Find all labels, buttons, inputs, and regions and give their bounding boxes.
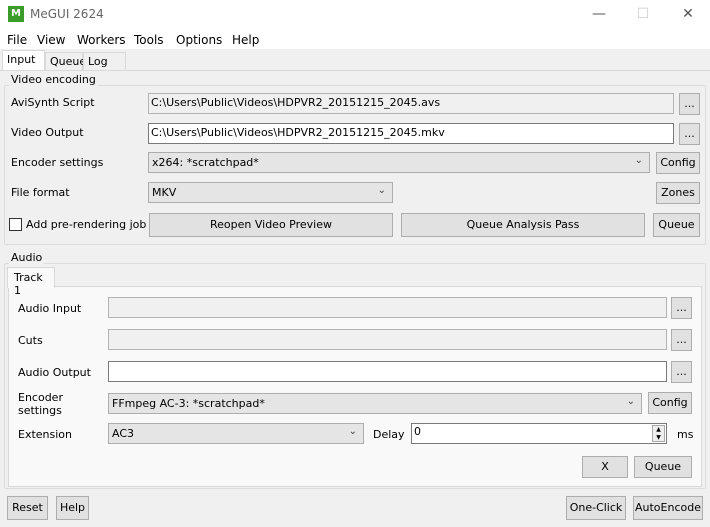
help-button[interactable]: Help	[56, 496, 89, 520]
delay-label: Delay	[373, 428, 405, 441]
encoder-settings-label: Encoder settings	[11, 156, 104, 169]
avisynth-input[interactable]: C:\Users\Public\Videos\HDPVR2_20151215_2…	[148, 93, 674, 114]
chevron-down-icon: ⌄	[377, 185, 386, 196]
delay-spin-buttons[interactable]: ▲ ▼	[652, 425, 665, 442]
audio-group-label: Audio	[9, 251, 45, 264]
audio-encoder-label-1: Encoder	[18, 391, 63, 404]
spin-up-icon[interactable]: ▲	[653, 426, 664, 434]
chevron-down-icon: ⌄	[626, 396, 635, 407]
video-group-label: Video encoding	[9, 73, 98, 86]
close-icon[interactable]: ✕	[673, 4, 703, 24]
remove-track-button[interactable]: X	[582, 456, 628, 478]
prerender-checkbox[interactable]	[9, 218, 22, 231]
video-queue-button[interactable]: Queue	[653, 213, 700, 237]
audio-queue-button[interactable]: Queue	[634, 456, 692, 478]
tab-divider	[0, 70, 710, 71]
reset-button[interactable]: Reset	[7, 496, 48, 520]
audio-input-field[interactable]	[108, 297, 667, 318]
delay-unit-label: ms	[677, 428, 694, 441]
window-title: MeGUI 2624	[30, 7, 104, 21]
chevron-down-icon: ⌄	[348, 426, 357, 437]
audio-input-label: Audio Input	[18, 302, 82, 315]
file-format-value: MKV	[152, 186, 177, 199]
video-encoder-select[interactable]: x264: *scratchpad* ⌄	[148, 152, 650, 173]
delay-value: 0	[414, 425, 421, 438]
audio-output-field[interactable]	[108, 361, 667, 382]
video-output-label: Video Output	[11, 126, 84, 139]
audio-encoder-value: FFmpeg AC-3: *scratchpad*	[112, 397, 265, 410]
app-logo-icon: M	[8, 6, 24, 22]
menu-workers[interactable]: Workers	[77, 33, 126, 47]
audio-output-label: Audio Output	[18, 366, 91, 379]
audio-output-browse-button[interactable]: ...	[671, 361, 692, 383]
avisynth-browse-button[interactable]: ...	[679, 93, 700, 115]
prerender-label[interactable]: Add pre-rendering job	[26, 218, 146, 231]
file-format-select[interactable]: MKV ⌄	[148, 182, 393, 203]
chevron-down-icon: ⌄	[634, 155, 643, 166]
video-output-input[interactable]: C:\Users\Public\Videos\HDPVR2_20151215_2…	[148, 123, 674, 144]
extension-value: AC3	[112, 427, 135, 440]
file-format-label: File format	[11, 186, 70, 199]
tab-input[interactable]: Input	[2, 50, 45, 71]
menu-file[interactable]: File	[7, 33, 27, 47]
cuts-label: Cuts	[18, 334, 43, 347]
reopen-preview-button[interactable]: Reopen Video Preview	[149, 213, 393, 237]
one-click-button[interactable]: One-Click	[566, 496, 626, 520]
zones-button[interactable]: Zones	[656, 182, 700, 204]
menu-tools[interactable]: Tools	[134, 33, 164, 47]
extension-select[interactable]: AC3 ⌄	[108, 423, 364, 444]
delay-stepper[interactable]: 0	[411, 423, 667, 444]
cuts-field[interactable]	[108, 329, 667, 350]
maximize-icon[interactable]: ☐	[628, 4, 658, 24]
autoencode-button[interactable]: AutoEncode	[633, 496, 703, 520]
audio-input-browse-button[interactable]: ...	[671, 297, 692, 319]
audio-config-button[interactable]: Config	[648, 392, 692, 414]
extension-label: Extension	[18, 428, 73, 441]
spin-down-icon[interactable]: ▼	[653, 434, 664, 442]
cuts-browse-button[interactable]: ...	[671, 329, 692, 351]
minimize-icon[interactable]: —	[584, 4, 614, 24]
video-output-browse-button[interactable]: ...	[679, 123, 700, 145]
menu-view[interactable]: View	[37, 33, 65, 47]
menu-help[interactable]: Help	[232, 33, 259, 47]
queue-analysis-button[interactable]: Queue Analysis Pass	[401, 213, 645, 237]
audio-encoder-select[interactable]: FFmpeg AC-3: *scratchpad* ⌄	[108, 393, 642, 414]
tab-queue[interactable]: Queue	[45, 52, 86, 71]
tab-track-1[interactable]: Track 1	[7, 267, 55, 297]
video-encoder-value: x264: *scratchpad*	[152, 156, 259, 169]
video-config-button[interactable]: Config	[656, 152, 700, 174]
avisynth-label: AviSynth Script	[11, 96, 95, 109]
tab-log[interactable]: Log	[83, 52, 126, 71]
audio-encoder-label-2: settings	[18, 404, 62, 417]
menu-options[interactable]: Options	[176, 33, 222, 47]
